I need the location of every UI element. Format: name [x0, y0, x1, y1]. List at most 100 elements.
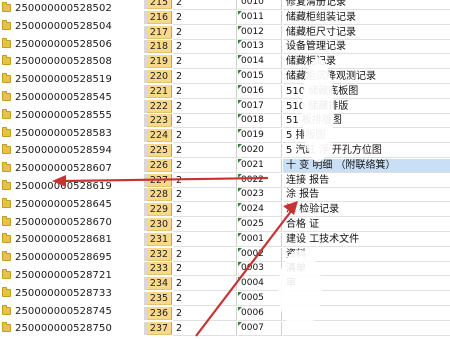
- row-number[interactable]: 232: [147, 247, 172, 261]
- tree-node[interactable]: 250000000528555: [0, 107, 142, 124]
- cell-level[interactable]: 2: [173, 114, 237, 129]
- cell-level[interactable]: 2: [173, 292, 237, 306]
- row-number[interactable]: 221: [147, 84, 172, 98]
- tree-node[interactable]: 250000000528545: [0, 89, 142, 106]
- cell-title[interactable]: [283, 292, 450, 306]
- tree-node[interactable]: 250000000528695: [0, 249, 142, 266]
- row-number[interactable]: 219: [147, 55, 172, 69]
- table-row[interactable]: 230 2 0025 合格 证: [142, 218, 450, 232]
- tree-node[interactable]: 250000000528508: [0, 53, 142, 70]
- cell-title[interactable]: 涂 报告: [283, 188, 450, 203]
- cell-level[interactable]: 2: [173, 158, 237, 173]
- cell-code[interactable]: 0016: [238, 84, 282, 99]
- tree-node[interactable]: 250000000528745: [0, 303, 142, 320]
- tree-node[interactable]: 250000000528607: [0, 160, 142, 177]
- row-number[interactable]: 217: [147, 25, 172, 39]
- tree-node[interactable]: 250000000528681: [0, 231, 142, 248]
- table-row[interactable]: 224 2 0019 5 排版图: [142, 129, 450, 144]
- cell-level[interactable]: 2: [173, 321, 237, 336]
- table-row[interactable]: 217 2 0012 储藏柜尺寸记录: [142, 25, 450, 40]
- cell-level[interactable]: 2: [173, 84, 237, 99]
- cell-code[interactable]: 0004: [238, 277, 282, 292]
- cell-title[interactable]: 储藏柜记录: [283, 55, 450, 70]
- cell-level[interactable]: 2: [173, 99, 237, 114]
- table-row[interactable]: 229 2 0024 涂 检验记录: [142, 203, 450, 218]
- cell-title[interactable]: 清单: [283, 262, 450, 277]
- row-number[interactable]: 231: [147, 232, 172, 246]
- cell-code[interactable]: 0001: [238, 232, 282, 247]
- cell-level[interactable]: 2: [173, 203, 237, 218]
- cell-level[interactable]: 2: [173, 247, 237, 262]
- row-number[interactable]: 236: [147, 306, 172, 320]
- row-number[interactable]: 228: [147, 188, 172, 202]
- cell-code[interactable]: 0025: [238, 218, 282, 232]
- cell-code[interactable]: 0023: [238, 188, 282, 203]
- cell-code[interactable]: 0024: [238, 203, 282, 218]
- table-row[interactable]: 232 2 0002 资料: [142, 247, 450, 262]
- cell-code[interactable]: 0010: [238, 0, 282, 10]
- row-number[interactable]: 222: [147, 99, 172, 113]
- cell-title[interactable]: 储藏柜沉降观测记录: [283, 70, 450, 84]
- row-number[interactable]: 237: [147, 321, 172, 335]
- cell-title[interactable]: 设备管理记录: [283, 40, 450, 55]
- cell-title[interactable]: 储藏柜尺寸记录: [283, 26, 450, 40]
- tree-node[interactable]: 250000000528721: [0, 267, 142, 284]
- table-row[interactable]: 227 2 0022 连接 报告: [142, 173, 450, 188]
- table-row[interactable]: 223 2 0018 51 板排版图: [142, 114, 450, 129]
- cell-level[interactable]: 2: [173, 188, 237, 203]
- cell-level[interactable]: 2: [173, 173, 237, 188]
- row-number[interactable]: 226: [147, 158, 172, 172]
- cell-title[interactable]: 储藏柜组装记录: [283, 11, 450, 25]
- table-row[interactable]: 237 2 0007: [142, 321, 450, 336]
- tree-node[interactable]: 250000000528619: [0, 178, 142, 195]
- table-row[interactable]: 236 2 0006: [142, 306, 450, 321]
- cell-level[interactable]: 2: [173, 144, 237, 158]
- cell-level[interactable]: 2: [173, 25, 237, 40]
- table-row[interactable]: 215 2 0010 修复清册记录: [142, 0, 450, 10]
- cell-code[interactable]: 0002: [238, 247, 282, 262]
- cell-title[interactable]: 建设 工技术文件: [283, 233, 450, 247]
- row-number[interactable]: 233: [147, 262, 172, 276]
- row-number[interactable]: 224: [147, 129, 172, 143]
- table-row[interactable]: 219 2 0014 储藏柜记录: [142, 55, 450, 70]
- cell-code[interactable]: 0007: [238, 321, 282, 336]
- cell-title[interactable]: 合格 证: [283, 218, 450, 232]
- table-row[interactable]: 220 2 0015 储藏柜沉降观测记录: [142, 70, 450, 84]
- row-number[interactable]: 235: [147, 292, 172, 305]
- table-row[interactable]: 218 2 0013 设备管理记录: [142, 40, 450, 55]
- row-number[interactable]: 234: [147, 277, 172, 291]
- cell-code[interactable]: 0012: [238, 25, 282, 40]
- cell-title[interactable]: 连接 报告: [283, 174, 450, 188]
- tree-node[interactable]: 250000000528583: [0, 125, 142, 142]
- cell-level[interactable]: 2: [173, 129, 237, 144]
- cell-level[interactable]: 2: [173, 306, 237, 321]
- cell-title[interactable]: 修复清册记录: [283, 0, 450, 10]
- cell-code[interactable]: 0021: [238, 158, 282, 173]
- cell-level[interactable]: 2: [173, 277, 237, 292]
- cell-title[interactable]: 资料: [283, 248, 450, 262]
- cell-title[interactable]: 5 排版图: [283, 129, 450, 144]
- table-row[interactable]: 222 2 0017 510 储藏排版: [142, 99, 450, 114]
- cell-code[interactable]: 0003: [238, 262, 282, 277]
- cell-level[interactable]: 2: [173, 218, 237, 232]
- table-row[interactable]: 225 2 0020 5 汽缸 浮 开孔方位图: [142, 144, 450, 158]
- cell-title[interactable]: 51 板排版图: [283, 114, 450, 129]
- row-number[interactable]: 215: [147, 0, 172, 9]
- table-row[interactable]: 216 2 0011 储藏柜组装记录: [142, 10, 450, 25]
- row-number[interactable]: 223: [147, 114, 172, 128]
- cell-level[interactable]: 2: [173, 10, 237, 25]
- cell-level[interactable]: 2: [173, 262, 237, 277]
- tree-node[interactable]: 250000000528750: [0, 320, 142, 337]
- cell-code[interactable]: 0006: [238, 306, 282, 321]
- table-row[interactable]: 235 2 0005: [142, 292, 450, 306]
- table-row[interactable]: 226 2 0021 十 变 明细 （附联络箕）: [142, 158, 450, 173]
- cell-code[interactable]: 0022: [238, 173, 282, 188]
- cell-code[interactable]: 0011: [238, 10, 282, 25]
- cell-code[interactable]: 0013: [238, 40, 282, 55]
- cell-level[interactable]: 2: [173, 55, 237, 70]
- cell-code[interactable]: 0019: [238, 129, 282, 144]
- cell-title[interactable]: 510 储藏排版: [283, 100, 450, 114]
- table-row[interactable]: 234 2 0004 审: [142, 277, 450, 292]
- cell-title[interactable]: 审: [283, 277, 450, 292]
- cell-code[interactable]: 0020: [238, 144, 282, 158]
